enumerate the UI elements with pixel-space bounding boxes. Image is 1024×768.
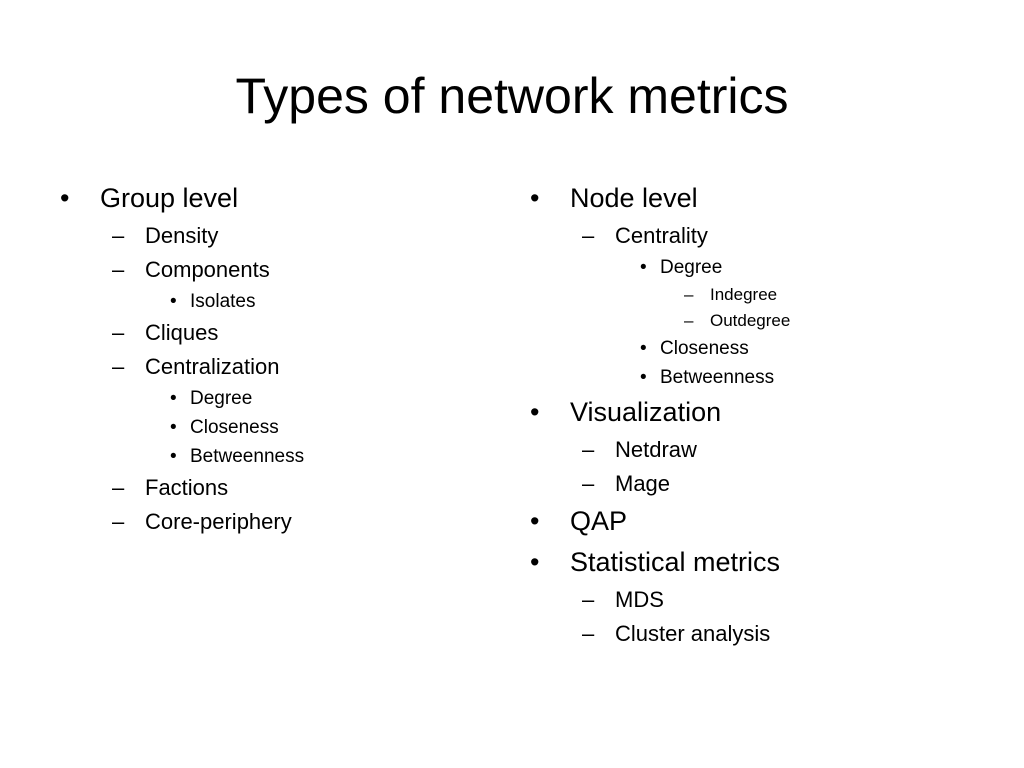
bullet-item-level-4: – Outdegree	[528, 308, 790, 334]
bullet-text: Group level	[100, 183, 239, 213]
bullet-text: Netdraw	[615, 437, 697, 462]
bullet-text: Core-periphery	[145, 509, 292, 534]
bullet-text: Isolates	[190, 291, 256, 312]
bullet-dot-icon: •	[170, 446, 177, 467]
bullet-dash-icon: –	[112, 509, 125, 534]
bullet-dash-icon: –	[582, 223, 595, 248]
bullet-item-level-2: – MDS	[528, 583, 790, 617]
bullet-item-level-2: – Cluster analysis	[528, 617, 790, 651]
bullet-text: Components	[145, 257, 270, 282]
bullet-text: Indegree	[710, 285, 778, 304]
bullet-text: Visualization	[570, 397, 722, 427]
bullet-dot-icon: •	[170, 388, 177, 409]
bullet-text: Centrality	[615, 223, 708, 248]
bullet-item-level-2: – Core-periphery	[58, 505, 304, 539]
bullet-dot-icon: •	[60, 183, 70, 213]
bullet-item-level-3: • Degree	[58, 384, 304, 413]
bullet-text: Betweenness	[660, 367, 775, 388]
bullet-text: Statistical metrics	[570, 547, 781, 577]
bullet-item-level-2: – Centralization	[58, 350, 304, 384]
bullet-item-level-2: – Factions	[58, 471, 304, 505]
bullet-item-level-1: • Visualization	[528, 392, 790, 433]
bullet-item-level-2: – Components	[58, 253, 304, 287]
bullet-dot-icon: •	[530, 183, 540, 213]
bullet-item-level-2: – Mage	[528, 467, 790, 501]
bullet-dash-icon: –	[112, 223, 125, 248]
bullet-dot-icon: •	[640, 367, 647, 388]
bullet-dot-icon: •	[170, 291, 177, 312]
bullet-dash-icon: –	[112, 475, 125, 500]
bullet-dash-icon: –	[582, 587, 595, 612]
bullet-item-level-2: – Centrality	[528, 219, 790, 253]
bullet-text: Closeness	[190, 417, 279, 438]
bullet-dot-icon: •	[530, 506, 540, 536]
bullet-text: Factions	[145, 475, 229, 500]
bullet-dash-icon: –	[684, 311, 694, 330]
bullet-item-level-4: – Indegree	[528, 282, 790, 308]
bullet-item-level-1: • Statistical metrics	[528, 542, 790, 583]
bullet-text: Closeness	[660, 338, 749, 359]
bullet-item-level-1: • Node level	[528, 178, 790, 219]
bullet-dash-icon: –	[582, 437, 595, 462]
bullet-dash-icon: –	[112, 320, 125, 345]
bullet-item-level-3: • Betweenness	[58, 442, 304, 471]
bullet-item-level-1: • QAP	[528, 501, 790, 542]
bullet-dash-icon: –	[112, 257, 125, 282]
bullet-text: Degree	[660, 257, 723, 278]
bullet-item-level-3: • Betweenness	[528, 363, 790, 392]
bullet-text: Outdegree	[710, 311, 791, 330]
bullet-text: Centralization	[145, 354, 280, 379]
bullet-text: Betweenness	[190, 446, 305, 467]
bullet-dash-icon: –	[684, 285, 694, 304]
bullet-text: MDS	[615, 587, 664, 612]
slide-title: Types of network metrics	[235, 68, 789, 124]
bullet-dash-icon: –	[582, 621, 595, 646]
bullet-text: QAP	[570, 506, 628, 536]
bullet-dash-icon: –	[582, 471, 595, 496]
bullet-text: Cliques	[145, 320, 219, 345]
left-bullet-column: • Group level – Density – Components • Isolates…	[58, 178, 304, 539]
bullet-item-level-3: • Isolates	[58, 287, 304, 316]
bullet-dot-icon: •	[640, 338, 647, 359]
bullet-item-level-2: – Netdraw	[528, 433, 790, 467]
bullet-item-level-2: – Cliques	[58, 316, 304, 350]
bullet-text: Mage	[615, 471, 671, 496]
bullet-item-level-3: • Closeness	[528, 334, 790, 363]
right-bullet-column: • Node level – Centrality • Degree – Indegree – O…	[528, 178, 790, 651]
bullet-item-level-1: • Group level	[58, 178, 304, 219]
bullet-item-level-3: • Degree	[528, 253, 790, 282]
bullet-text: Degree	[190, 388, 253, 409]
bullet-item-level-2: – Density	[58, 219, 304, 253]
bullet-text: Node level	[570, 183, 698, 213]
bullet-text: Cluster analysis	[615, 621, 771, 646]
bullet-dot-icon: •	[640, 257, 647, 278]
bullet-dot-icon: •	[530, 397, 540, 427]
bullet-dot-icon: •	[530, 547, 540, 577]
bullet-text: Density	[145, 223, 219, 248]
bullet-dot-icon: •	[170, 417, 177, 438]
bullet-item-level-3: • Closeness	[58, 413, 304, 442]
bullet-dash-icon: –	[112, 354, 125, 379]
